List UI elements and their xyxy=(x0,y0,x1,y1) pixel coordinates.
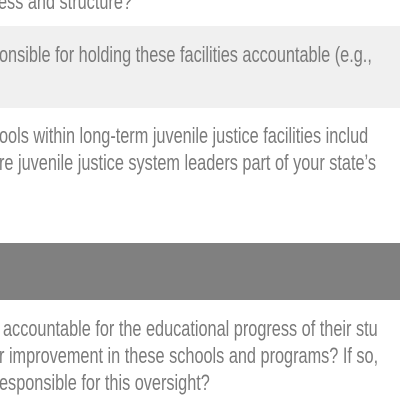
question-line: re juvenile justice system leaders part … xyxy=(0,150,377,175)
document-page: ess and structure? onsible for holding t… xyxy=(0,0,400,400)
section-divider-band xyxy=(0,243,400,300)
question-line: r improvement in these schools and progr… xyxy=(0,343,379,368)
question-line: accountable for the educational progress… xyxy=(3,316,378,341)
highlighted-question-text: onsible for holding these facilities acc… xyxy=(0,42,372,67)
question-text-fragment: ess and structure? xyxy=(0,0,132,14)
question-line: ools within long-term juvenile justice f… xyxy=(0,123,369,148)
question-line: esponsible for this oversight? xyxy=(0,370,210,395)
